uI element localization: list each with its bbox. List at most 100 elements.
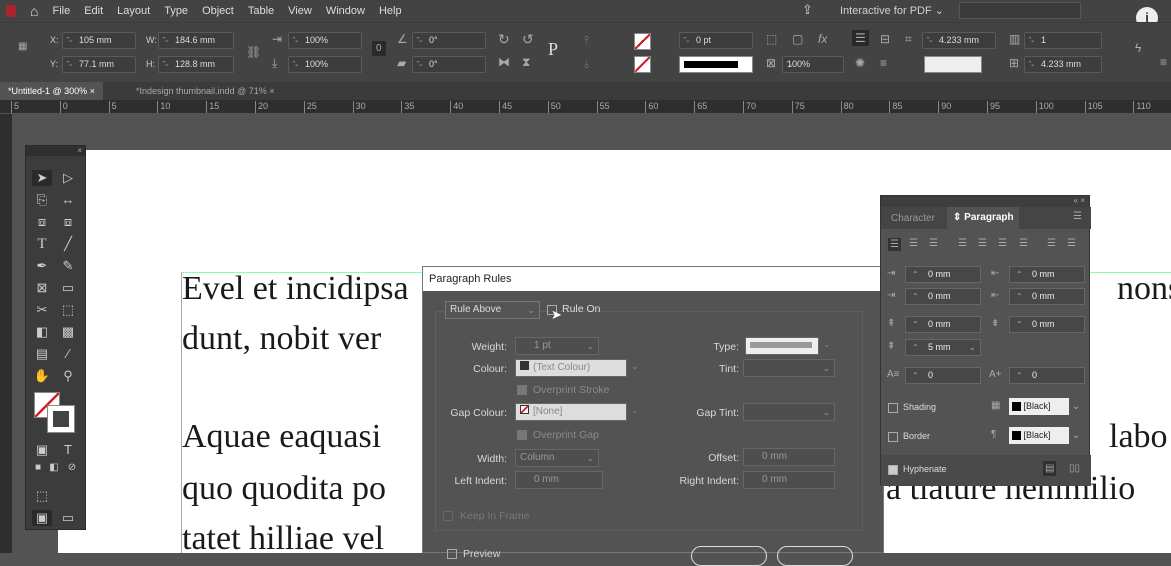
rotate-ccw-icon[interactable]: ↺ bbox=[522, 31, 534, 48]
close-icon[interactable]: × bbox=[90, 86, 95, 96]
wrap-jump-icon[interactable]: ✺ bbox=[855, 56, 865, 70]
menu-type[interactable]: Type bbox=[164, 5, 188, 17]
w-field[interactable]: 184.6 mm bbox=[158, 32, 234, 49]
close-icon[interactable]: × bbox=[269, 86, 274, 96]
formatting-text-icon[interactable]: T bbox=[58, 442, 78, 457]
span-columns-icon[interactable]: ▤ bbox=[1043, 461, 1057, 476]
panel-close-icon[interactable]: × bbox=[1080, 196, 1085, 205]
frame-fitting-icon[interactable]: ⬚ bbox=[766, 32, 777, 46]
drop-cap-lines-field[interactable]: 0 bbox=[905, 367, 981, 384]
justify-all-icon[interactable]: ☰ bbox=[1019, 238, 1028, 249]
width-select[interactable]: Column ⌄ bbox=[515, 449, 599, 467]
border-dropdown-icon[interactable]: ⌄ bbox=[1072, 430, 1080, 441]
cancel-button[interactable] bbox=[777, 546, 853, 566]
fx-icon[interactable]: fx bbox=[818, 32, 827, 46]
ok-button[interactable] bbox=[691, 546, 767, 566]
opacity-field[interactable]: 100% bbox=[782, 56, 844, 73]
rule-type-select[interactable]: Rule Above ⌄ bbox=[445, 301, 540, 319]
menu-file[interactable]: File bbox=[52, 5, 70, 17]
home-icon[interactable]: ⌂ bbox=[30, 3, 38, 19]
keep-in-frame-checkbox[interactable] bbox=[443, 511, 453, 521]
tools-close-icon[interactable]: × bbox=[26, 146, 85, 156]
colour-dropdown-icon[interactable]: ⌄ bbox=[631, 361, 639, 372]
rotate-cw-icon[interactable]: ↻ bbox=[498, 31, 510, 48]
align-towards-spine-icon[interactable]: ☰ bbox=[1047, 238, 1056, 249]
space-after-field[interactable]: 0 mm bbox=[1009, 316, 1085, 333]
last-line-indent-field[interactable]: 0 mm bbox=[1009, 288, 1085, 305]
justify-left-icon[interactable]: ☰ bbox=[958, 238, 967, 249]
gap-colour-dropdown-icon[interactable]: ⌄ bbox=[631, 405, 639, 416]
tint-field[interactable]: ⌄ bbox=[743, 359, 835, 377]
menu-help[interactable]: Help bbox=[379, 5, 402, 17]
panel-menu-icon[interactable]: ≡ bbox=[1160, 55, 1167, 69]
wrap-next-icon[interactable]: ≡ bbox=[880, 56, 887, 70]
stroke-type-select[interactable] bbox=[679, 56, 753, 73]
rectangle-frame-tool-icon[interactable]: ⊠ bbox=[32, 280, 52, 296]
align-away-spine-icon[interactable]: ☰ bbox=[1067, 238, 1076, 249]
border-settings-icon[interactable]: ¶ bbox=[991, 429, 996, 440]
menu-edit[interactable]: Edit bbox=[84, 5, 103, 17]
menu-layout[interactable]: Layout bbox=[117, 5, 150, 17]
text-wrap-icon[interactable]: ☰ bbox=[852, 30, 869, 46]
distribute-icon[interactable]: ⫰ bbox=[584, 57, 589, 72]
colour-select[interactable]: (Text Colour) bbox=[515, 359, 627, 377]
shear-field[interactable]: 0° bbox=[412, 56, 486, 73]
line-tool-icon[interactable]: ╱ bbox=[58, 236, 78, 252]
page-tool-icon[interactable]: ⎘ bbox=[32, 192, 52, 208]
content-collector-icon[interactable]: ⧈ bbox=[32, 214, 52, 230]
flip-vertical-icon[interactable]: ⧗ bbox=[522, 55, 530, 70]
frame-style-select[interactable] bbox=[924, 56, 982, 73]
free-transform-tool-icon[interactable]: ⬚ bbox=[58, 302, 78, 318]
share-icon[interactable]: ⇪ bbox=[802, 2, 813, 18]
rectangle-tool-icon[interactable]: ▭ bbox=[58, 280, 78, 296]
y-field[interactable]: 77.1 mm bbox=[62, 56, 136, 73]
type-select[interactable] bbox=[745, 337, 819, 355]
tab-character[interactable]: Character bbox=[891, 213, 935, 224]
tab-indesign-thumbnail[interactable]: *Indesign thumbnail.indd @ 71% × bbox=[128, 82, 283, 100]
eyedropper-tool-icon[interactable]: ⁄ bbox=[58, 346, 78, 361]
menu-object[interactable]: Object bbox=[202, 5, 234, 17]
apply-none-icon[interactable]: ⊘ bbox=[62, 462, 82, 473]
shading-dropdown-icon[interactable]: ⌄ bbox=[1072, 401, 1080, 412]
normal-view-icon[interactable]: ▣ bbox=[32, 510, 52, 526]
gap-tool-icon[interactable]: ↔ bbox=[58, 192, 78, 207]
stroke-swatch[interactable] bbox=[634, 56, 651, 73]
paragraph-p-icon[interactable]: P bbox=[548, 39, 558, 60]
drop-cap-chars-field[interactable]: 0 bbox=[1009, 367, 1085, 384]
justify-right-icon[interactable]: ☰ bbox=[998, 238, 1007, 249]
shading-checkbox[interactable] bbox=[888, 403, 898, 413]
column-gutter-field[interactable]: 4.233 mm bbox=[1024, 56, 1102, 73]
pencil-tool-icon[interactable]: ✎ bbox=[58, 258, 78, 274]
corner-icon[interactable]: ▢ bbox=[792, 32, 803, 46]
menu-view[interactable]: View bbox=[288, 5, 312, 17]
space-before-field[interactable]: 0 mm bbox=[905, 316, 981, 333]
gutter-field[interactable]: 4.233 mm bbox=[922, 32, 996, 49]
shading-colour-select[interactable]: [Black] bbox=[1009, 398, 1069, 415]
scale-y-field[interactable]: 100% bbox=[288, 56, 362, 73]
constrain-scale-icon[interactable]: 0 bbox=[372, 41, 386, 56]
selection-tool-icon[interactable]: ➤ bbox=[32, 170, 52, 186]
menu-window[interactable]: Window bbox=[326, 5, 365, 17]
scale-x-field[interactable]: 100% bbox=[288, 32, 362, 49]
workspace-switcher[interactable]: Interactive for PDF ⌄ bbox=[840, 4, 944, 17]
zoom-tool-icon[interactable]: ⚲ bbox=[58, 368, 78, 384]
preview-mode-icon[interactable]: ▭ bbox=[58, 510, 78, 526]
gradient-swatch-tool-icon[interactable]: ◧ bbox=[32, 324, 52, 340]
screen-mode-icon[interactable]: ⬚ bbox=[32, 488, 52, 504]
align-left-icon[interactable]: ☰ bbox=[888, 238, 901, 251]
flip-horizontal-icon[interactable]: ⧓ bbox=[498, 55, 510, 69]
justify-center-icon[interactable]: ☰ bbox=[978, 238, 987, 249]
pen-tool-icon[interactable]: ✒ bbox=[32, 258, 52, 274]
overprint-stroke-checkbox[interactable] bbox=[517, 385, 527, 395]
align-right-icon[interactable]: ☰ bbox=[929, 238, 938, 249]
weight-field[interactable]: 1 pt ⌄ bbox=[515, 337, 599, 355]
border-colour-select[interactable]: [Black] bbox=[1009, 427, 1069, 444]
scissors-tool-icon[interactable]: ✂ bbox=[32, 302, 52, 318]
lightning-icon[interactable]: ϟ bbox=[1135, 41, 1141, 55]
preview-checkbox[interactable] bbox=[447, 549, 457, 559]
gap-tint-field[interactable]: ⌄ bbox=[743, 403, 835, 421]
split-columns-icon[interactable]: ▯▯ bbox=[1069, 463, 1080, 474]
stroke-swatch-tool[interactable] bbox=[47, 405, 75, 433]
x-field[interactable]: 105 mm bbox=[62, 32, 136, 49]
hyphenate-checkbox[interactable] bbox=[888, 465, 898, 475]
